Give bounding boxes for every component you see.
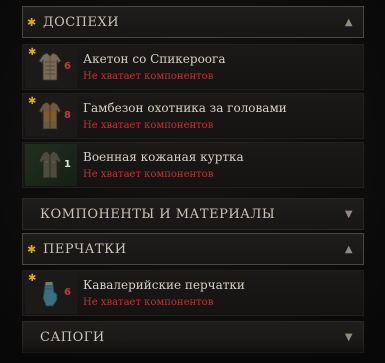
collapse-arrow-icon[interactable]: ▲ <box>335 17 363 28</box>
category-label: ПЕРЧАТКИ <box>43 241 127 257</box>
gambeson-armor-icon <box>38 101 62 130</box>
missing-components-text: Не хватает компонентов <box>83 297 214 308</box>
favorite-star-icon: ✱ <box>28 96 37 107</box>
item-name: Кавалерийские перчатки <box>83 278 245 292</box>
item-name: Гамбезон охотника за головами <box>83 101 287 115</box>
category-label: САПОГИ <box>40 329 105 345</box>
item-thumbnail: ✱ 8 <box>25 95 77 137</box>
missing-components-text: Не хватает компонентов <box>83 169 214 180</box>
cavalry-gloves-icon <box>42 281 58 307</box>
owned-quantity: 1 <box>64 159 71 170</box>
collapse-arrow-icon[interactable]: ▲ <box>335 244 363 255</box>
item-thumbnail: ✱ 6 <box>25 46 77 88</box>
owned-quantity: 6 <box>64 61 71 72</box>
favorite-star-icon: ✱ <box>28 47 37 58</box>
favorite-star-icon: ✱ <box>27 242 37 256</box>
category-gloves[interactable]: ✱ ПЕРЧАТКИ ▲ <box>22 233 364 265</box>
favorite-star-icon: ✱ <box>27 15 37 29</box>
category-armor[interactable]: ✱ ДОСПЕХИ ▲ <box>22 6 364 38</box>
missing-components-text: Не хватает компонентов <box>83 120 214 131</box>
item-thumbnail: 1 <box>25 144 77 186</box>
expand-arrow-icon[interactable]: ▼ <box>335 332 363 343</box>
category-components-materials[interactable]: КОМПОНЕНТЫ И МАТЕРИАЛЫ ▼ <box>22 198 364 230</box>
recipe-item[interactable]: 1 Военная кожаная куртка Не хватает комп… <box>22 142 364 188</box>
category-label: ДОСПЕХИ <box>43 14 120 30</box>
item-thumbnail: ✱ 6 <box>25 272 77 314</box>
item-name: Акетон со Спикероога <box>83 52 226 66</box>
category-label: КОМПОНЕНТЫ И МАТЕРИАЛЫ <box>40 206 276 222</box>
recipe-item[interactable]: ✱ 6 Кавалерийские перчатки Не хватает ко… <box>22 270 364 316</box>
crafting-list: ✱ ДОСПЕХИ ▲ ✱ 6 Акетон со Спикероога Не … <box>0 0 385 363</box>
favorite-star-icon: ✱ <box>28 273 37 284</box>
expand-arrow-icon[interactable]: ▼ <box>335 209 363 220</box>
recipe-item[interactable]: ✱ 6 Акетон со Спикероога Не хватает комп… <box>22 44 364 90</box>
aketon-armor-icon <box>38 52 62 81</box>
leather-jacket-icon <box>38 150 62 179</box>
category-boots[interactable]: САПОГИ ▼ <box>22 321 364 353</box>
recipe-item[interactable]: ✱ 8 Гамбезон охотника за головами Не хва… <box>22 93 364 139</box>
owned-quantity: 8 <box>64 110 71 121</box>
missing-components-text: Не хватает компонентов <box>83 71 214 82</box>
item-name: Военная кожаная куртка <box>83 150 244 164</box>
owned-quantity: 6 <box>64 287 71 298</box>
